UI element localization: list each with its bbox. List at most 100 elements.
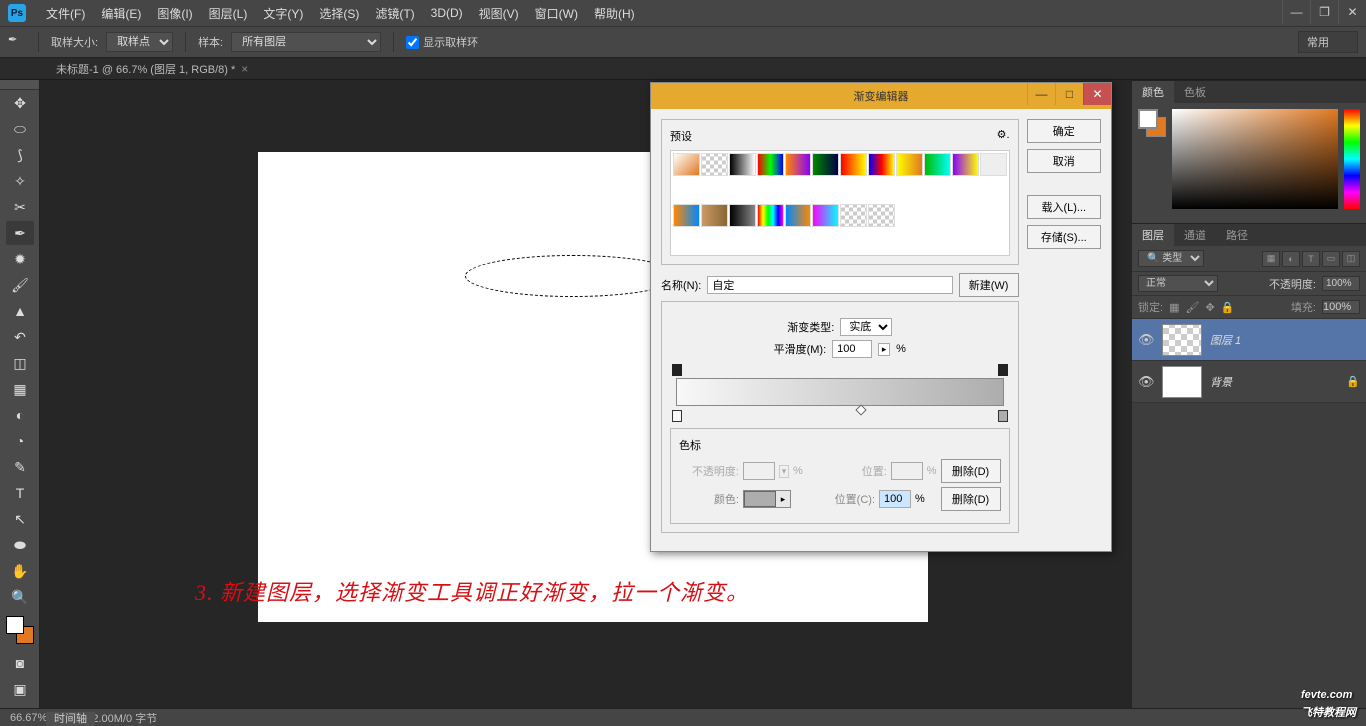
tab-close-icon[interactable]: × [241, 62, 248, 76]
hand-tool[interactable]: ✋ [6, 559, 34, 583]
color-chip-control[interactable]: ▸ [743, 490, 791, 508]
type-tool[interactable]: T [6, 481, 34, 505]
sample-select[interactable]: 所有图层 [231, 32, 381, 52]
preset-swatch[interactable] [812, 153, 839, 176]
layer-thumb[interactable] [1162, 324, 1202, 356]
stamp-tool[interactable]: ▲ [6, 299, 34, 323]
menu-image[interactable]: 图像(I) [149, 1, 200, 26]
history-brush-tool[interactable]: ↶ [6, 325, 34, 349]
menu-filter[interactable]: 滤镜(T) [367, 1, 422, 26]
menu-help[interactable]: 帮助(H) [586, 1, 643, 26]
lock-all-icon[interactable]: 🔒 [1221, 301, 1235, 314]
grad-type-select[interactable]: 实底 [840, 318, 892, 336]
workspace-mode-select[interactable]: 常用 [1298, 31, 1358, 53]
new-button[interactable]: 新建(W) [959, 273, 1019, 297]
dialog-minimize-button[interactable]: — [1027, 83, 1055, 105]
preset-swatch[interactable] [673, 204, 700, 227]
midpoint-diamond[interactable] [855, 404, 866, 415]
preset-swatch[interactable] [757, 204, 784, 227]
preset-swatch[interactable] [896, 153, 923, 176]
crop-tool[interactable]: ✂ [6, 195, 34, 219]
dialog-titlebar[interactable]: 渐变编辑器 — □ ✕ [651, 83, 1111, 109]
preset-swatch[interactable] [729, 204, 756, 227]
blend-mode-select[interactable]: 正常 [1138, 275, 1218, 292]
smooth-input[interactable] [832, 340, 872, 358]
color-stop-left[interactable] [672, 410, 682, 422]
name-input[interactable] [707, 276, 952, 294]
tab-channels[interactable]: 通道 [1174, 224, 1216, 246]
save-button[interactable]: 存储(S)... [1027, 225, 1101, 249]
menu-file[interactable]: 文件(F) [38, 1, 93, 26]
menu-view[interactable]: 视图(V) [471, 1, 527, 26]
hue-strip[interactable] [1344, 109, 1360, 209]
show-ring-checkbox[interactable] [406, 36, 419, 49]
preset-swatch[interactable] [868, 204, 895, 227]
preset-gear-icon[interactable]: ⚙. [997, 128, 1010, 144]
menu-select[interactable]: 选择(S) [311, 1, 367, 26]
fg-color-mini[interactable] [1138, 109, 1158, 129]
path-select-tool[interactable]: ↖ [6, 507, 34, 531]
filter-pixel-icon[interactable]: ▦ [1262, 251, 1280, 267]
dialog-maximize-button[interactable]: □ [1055, 83, 1083, 105]
gradient-tool[interactable]: ▦ [6, 377, 34, 401]
tab-paths[interactable]: 路径 [1216, 224, 1258, 246]
visibility-icon[interactable]: 👁 [1138, 332, 1154, 348]
preset-swatch[interactable] [952, 153, 979, 176]
zoom-level[interactable]: 66.67% [10, 712, 47, 724]
layer-row[interactable]: 👁 背景 🔒 [1132, 361, 1366, 403]
sample-size-select[interactable]: 取样点 [106, 32, 173, 52]
eraser-tool[interactable]: ◫ [6, 351, 34, 375]
heal-tool[interactable]: ✹ [6, 247, 34, 271]
smooth-dropdown-icon[interactable]: ▸ [878, 343, 890, 356]
filter-adjust-icon[interactable]: ◐ [1282, 251, 1300, 267]
show-ring-check[interactable]: 显示取样环 [406, 34, 478, 50]
layer-name[interactable]: 背景 [1210, 374, 1232, 390]
minimize-button[interactable]: — [1282, 0, 1310, 24]
eyedropper-tool[interactable]: ✒ [6, 221, 34, 245]
close-button[interactable]: ✕ [1338, 0, 1366, 24]
filter-shape-icon[interactable]: ▭ [1322, 251, 1340, 267]
preset-swatch[interactable] [785, 153, 812, 176]
opacity-stop-left[interactable] [672, 364, 682, 376]
zoom-tool[interactable]: 🔍 [6, 585, 34, 609]
preset-swatch[interactable] [868, 153, 895, 176]
pen-tool[interactable]: ✎ [6, 455, 34, 479]
gradient-bar-editor[interactable] [670, 364, 1010, 422]
preset-swatch[interactable] [701, 204, 728, 227]
preset-swatch[interactable] [840, 153, 867, 176]
color-position-input[interactable] [879, 490, 911, 508]
preset-swatch[interactable] [757, 153, 784, 176]
menu-edit[interactable]: 编辑(E) [93, 1, 149, 26]
preset-swatch[interactable] [673, 153, 700, 176]
preset-swatch[interactable] [812, 204, 839, 227]
tab-layers[interactable]: 图层 [1132, 224, 1174, 246]
shape-tool[interactable]: ⬬ [6, 533, 34, 557]
preset-grid[interactable] [670, 150, 1010, 256]
lock-trans-icon[interactable]: ▦ [1169, 301, 1179, 314]
color-field[interactable] [1172, 109, 1338, 209]
menu-type[interactable]: 文字(Y) [255, 1, 311, 26]
quickmask-tool[interactable]: ◙ [6, 651, 34, 675]
cancel-button[interactable]: 取消 [1027, 149, 1101, 173]
document-tab[interactable]: 未标题-1 @ 66.7% (图层 1, RGB/8) * × [46, 59, 258, 79]
screenmode-tool[interactable]: ▣ [6, 677, 34, 701]
color-stop-right[interactable] [998, 410, 1008, 422]
lock-pixel-icon[interactable]: 🖌 [1185, 301, 1199, 314]
delete-opacity-button[interactable]: 删除(D) [941, 459, 1001, 483]
layer-thumb[interactable] [1162, 366, 1202, 398]
fill-value[interactable] [1322, 300, 1360, 314]
filter-smart-icon[interactable]: ◫ [1342, 251, 1360, 267]
gradient-bar[interactable] [676, 378, 1004, 406]
load-button[interactable]: 载入(L)... [1027, 195, 1101, 219]
move-tool[interactable]: ✥ [6, 91, 34, 115]
opacity-stop-right[interactable] [998, 364, 1008, 376]
tab-swatches[interactable]: 色板 [1174, 81, 1216, 103]
color-chip-arrow-icon[interactable]: ▸ [776, 491, 790, 507]
menu-layer[interactable]: 图层(L) [201, 1, 256, 26]
layer-name[interactable]: 图层 1 [1210, 332, 1241, 348]
visibility-icon[interactable]: 👁 [1138, 374, 1154, 390]
preset-swatch[interactable] [785, 204, 812, 227]
lock-pos-icon[interactable]: ✥ [1205, 301, 1214, 314]
delete-color-button[interactable]: 删除(D) [941, 487, 1001, 511]
dialog-close-button[interactable]: ✕ [1083, 83, 1111, 105]
